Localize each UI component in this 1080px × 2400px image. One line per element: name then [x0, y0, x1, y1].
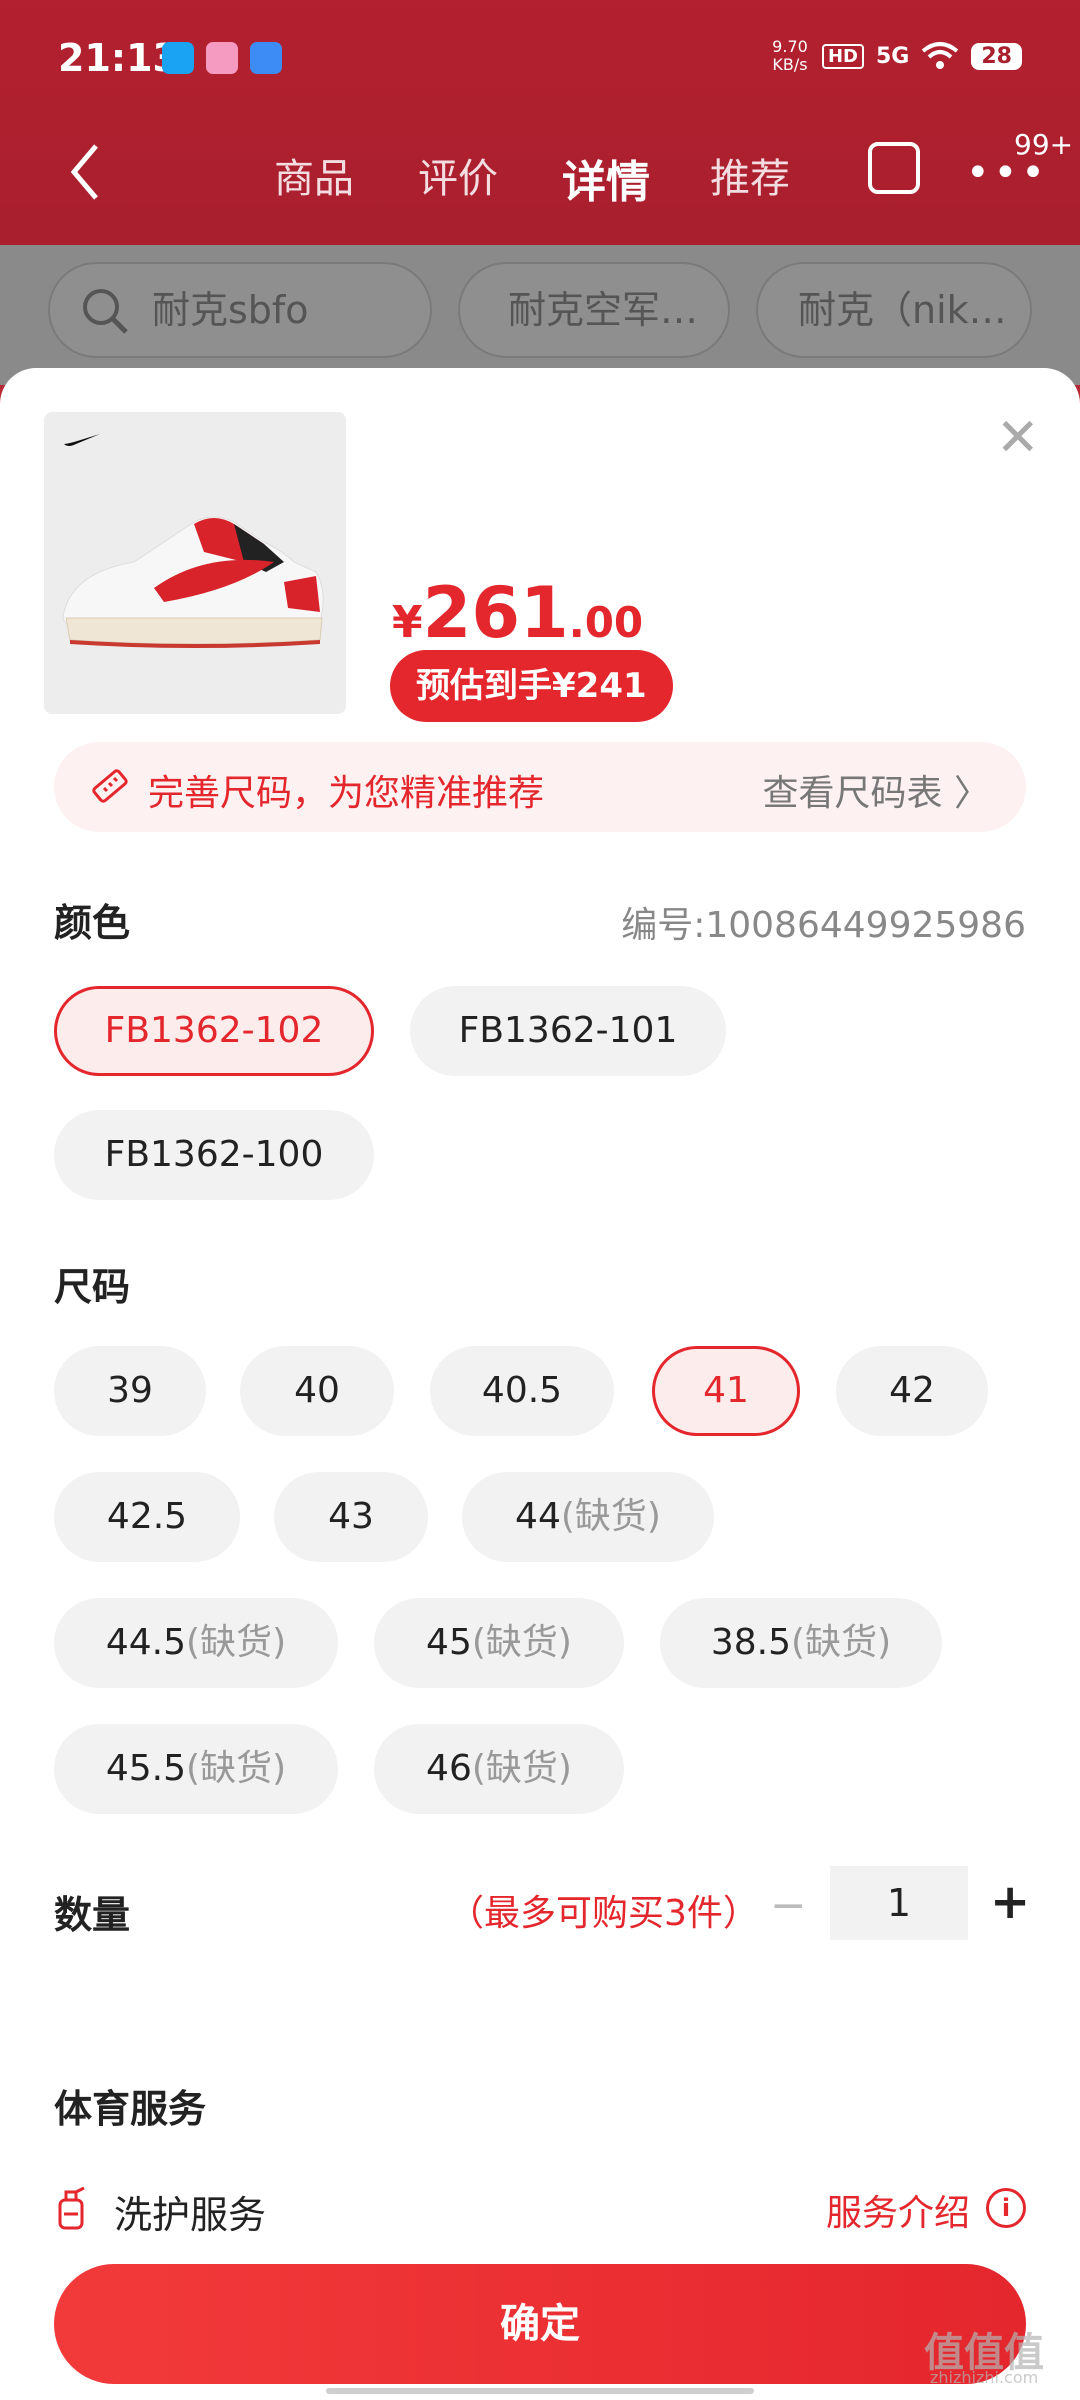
status-time: 21:13	[58, 36, 179, 80]
signal-icon: 5G	[876, 43, 910, 69]
sports-service-label: 体育服务	[54, 2087, 207, 2131]
price: ¥261.00	[392, 572, 643, 654]
size-option[interactable]: 40	[240, 1346, 394, 1436]
wifi-icon	[922, 42, 959, 69]
ruler-icon	[92, 769, 128, 803]
top-header: 21:13 9.70 KB/s HD 5G 28 商品 评价 详情 推荐 •••…	[0, 0, 1080, 245]
out-of-stock-label: (缺货)	[560, 1496, 661, 1537]
info-icon[interactable]: i	[986, 2188, 1026, 2228]
size-option[interactable]: 40.5	[430, 1346, 614, 1436]
close-icon[interactable]: ✕	[996, 408, 1040, 468]
size-value: 45	[426, 1622, 472, 1663]
size-value: 40	[294, 1370, 340, 1411]
price-decimal: .00	[568, 598, 644, 647]
size-option-out-of-stock[interactable]: 44.5(缺货)	[54, 1598, 338, 1688]
size-option-out-of-stock[interactable]: 38.5(缺货)	[660, 1598, 942, 1688]
net-speed: 9.70 KB/s	[772, 37, 808, 74]
care-service-row[interactable]: 洗护服务 服务介绍 i	[54, 2180, 1026, 2240]
size-option[interactable]: 43	[274, 1472, 428, 1562]
tab-recommend[interactable]: 推荐	[710, 146, 790, 204]
quantity-label: 数量	[54, 1893, 131, 1937]
service-intro-link[interactable]: 服务介绍	[826, 2184, 970, 2236]
app-notification-icon	[162, 42, 194, 74]
size-option-out-of-stock[interactable]: 45.5(缺货)	[54, 1724, 338, 1814]
size-recommend-bar[interactable]: 完善尺码，为您精准推荐 查看尺码表 〉	[54, 742, 1026, 832]
size-value: 44	[515, 1496, 561, 1537]
color-label: 颜色	[54, 901, 131, 945]
size-option[interactable]: 39	[54, 1346, 206, 1436]
size-value: 45.5	[105, 1748, 187, 1789]
service-name: 洗护服务	[114, 2193, 267, 2237]
search-suggestion[interactable]: 耐克（nik…	[756, 262, 1032, 358]
size-value: 43	[328, 1496, 374, 1537]
battery-icon: 28	[971, 42, 1022, 70]
size-option[interactable]: 42.5	[54, 1472, 240, 1562]
out-of-stock-label: (缺货)	[791, 1622, 892, 1663]
app-notification-icon	[250, 42, 282, 74]
search-suggestion[interactable]: 耐克空军…	[458, 262, 730, 358]
quantity-plus-button[interactable]: +	[990, 1874, 1030, 1930]
search-input[interactable]: 耐克sbfo	[48, 262, 432, 358]
tab-details[interactable]: 详情	[562, 146, 650, 210]
estimated-price-badge: 预估到手¥241	[390, 650, 673, 722]
out-of-stock-label: (缺货)	[186, 1622, 287, 1663]
size-chart-link[interactable]: 查看尺码表 〉	[763, 764, 990, 816]
size-value: 38.5	[710, 1622, 792, 1663]
chevron-left-icon[interactable]	[66, 142, 106, 202]
quantity-input[interactable]: 1	[830, 1866, 968, 1940]
color-option[interactable]: FB1362-100	[54, 1110, 374, 1200]
app-notification-icon	[206, 42, 238, 74]
size-option-out-of-stock[interactable]: 45(缺货)	[374, 1598, 624, 1688]
color-option-selected[interactable]: FB1362-102	[54, 986, 374, 1076]
quantity-limit: （最多可购买3件）	[448, 1893, 759, 1934]
size-option-out-of-stock[interactable]: 46(缺货)	[374, 1724, 624, 1814]
search-query: 耐克sbfo	[152, 288, 309, 332]
shoe-image	[62, 516, 324, 648]
size-option-selected[interactable]: 41	[652, 1346, 800, 1436]
size-value: 39	[107, 1370, 153, 1411]
share-icon[interactable]	[868, 142, 920, 194]
home-indicator[interactable]	[326, 2388, 754, 2394]
size-value: 46	[426, 1748, 472, 1789]
confirm-button[interactable]: 确定	[54, 2264, 1026, 2384]
price-integer: 261	[422, 572, 569, 654]
price-currency: ¥	[392, 597, 423, 648]
size-value: 44.5	[105, 1622, 187, 1663]
size-value: 42	[889, 1370, 935, 1411]
size-value: 40.5	[481, 1370, 563, 1411]
size-value: 41	[703, 1370, 749, 1411]
status-right: 9.70 KB/s HD 5G 28	[770, 38, 1022, 74]
search-icon	[83, 289, 128, 334]
size-option[interactable]: 42	[836, 1346, 988, 1436]
tab-product[interactable]: 商品	[274, 146, 354, 204]
product-image	[44, 412, 346, 714]
nav-bar: 商品 评价 详情 推荐 ••• 99+	[0, 120, 1080, 220]
spray-bottle-icon	[58, 2186, 85, 2230]
out-of-stock-label: (缺货)	[471, 1748, 572, 1789]
message-badge: 99+	[1014, 128, 1074, 161]
status-bar: 21:13 9.70 KB/s HD 5G 28	[0, 0, 1080, 120]
size-tip: 完善尺码，为您精准推荐	[148, 773, 545, 814]
size-option-out-of-stock[interactable]: 44(缺货)	[462, 1472, 714, 1562]
watermark-domain: zhizhizhi.com	[930, 2368, 1039, 2387]
out-of-stock-label: (缺货)	[186, 1748, 287, 1789]
color-option[interactable]: FB1362-101	[410, 986, 726, 1076]
item-code: 编号:10086449925986	[621, 905, 1026, 946]
hd-icon: HD	[821, 43, 864, 69]
out-of-stock-label: (缺货)	[471, 1622, 572, 1663]
tab-reviews[interactable]: 评价	[418, 146, 498, 204]
size-label: 尺码	[54, 1265, 131, 1309]
quantity-minus-button[interactable]: −	[770, 1880, 807, 1931]
size-value: 42.5	[106, 1496, 188, 1537]
